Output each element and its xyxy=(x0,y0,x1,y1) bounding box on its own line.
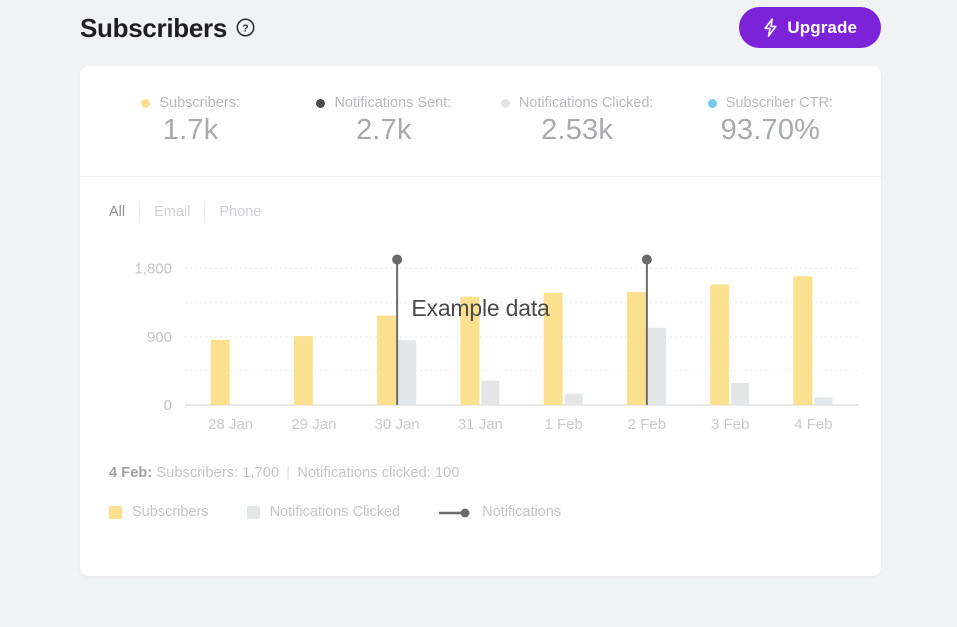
bar-subscribers[interactable] xyxy=(293,336,313,405)
stat-label: Subscribers: xyxy=(159,95,240,112)
title-group: Subscribers ? xyxy=(80,15,255,41)
stat-label: Notifications Sent: xyxy=(334,95,452,112)
x-axis-tick-label: 3 Feb xyxy=(711,416,749,433)
bar-notifications-clicked[interactable] xyxy=(481,380,500,405)
chart-legend: Subscribers Notifications Clicked Notifi… xyxy=(109,504,881,520)
bar-notifications-clicked[interactable] xyxy=(814,397,833,405)
stat-notifications-clicked: Notifications Clicked: 2.53k xyxy=(481,66,674,176)
legend-dot-icon xyxy=(500,98,510,108)
upgrade-button-label: Upgrade xyxy=(787,17,857,37)
x-axis-tick-label: 31 Jan xyxy=(458,416,503,433)
bar-subscribers[interactable] xyxy=(793,276,813,405)
stat-value: 93.70% xyxy=(720,114,821,147)
caption-separator: | xyxy=(286,465,291,481)
channel-tabs: All Email Phone xyxy=(80,177,881,225)
page-header: Subscribers ? Upgrade xyxy=(80,5,881,50)
stat-header: Subscribers: xyxy=(141,95,240,111)
lightning-bolt-icon xyxy=(763,18,778,37)
notification-stem-dot[interactable] xyxy=(641,254,652,265)
y-axis-tick-label: 900 xyxy=(147,329,172,346)
notification-stem-dot[interactable] xyxy=(392,254,403,265)
svg-text:?: ? xyxy=(242,23,248,35)
tab-phone[interactable]: Phone xyxy=(204,203,275,221)
legend-item-notifications-clicked[interactable]: Notifications Clicked xyxy=(246,504,401,520)
legend-line-dot-icon xyxy=(438,506,472,518)
legend-item-subscribers[interactable]: Subscribers xyxy=(109,504,209,520)
stat-subscribers: Subscribers: 1.7k xyxy=(94,66,287,176)
tab-email[interactable]: Email xyxy=(139,203,204,221)
bar-subscribers[interactable] xyxy=(626,292,646,405)
stat-header: Notifications Sent: xyxy=(316,95,451,111)
upgrade-button[interactable]: Upgrade xyxy=(739,7,881,48)
legend-label: Subscribers xyxy=(132,504,209,520)
x-axis-tick-label: 4 Feb xyxy=(794,416,832,433)
legend-label: Notifications Clicked xyxy=(269,504,401,520)
chart-caption: 4 Feb: Subscribers: 1,700 | Notification… xyxy=(109,465,881,481)
subscribers-page: Subscribers ? Upgrade Subscribers: 1.7k … xyxy=(0,0,957,627)
tab-all[interactable]: All xyxy=(109,203,139,221)
bar-subscribers[interactable] xyxy=(460,296,480,405)
stat-value: 2.53k xyxy=(541,114,614,147)
legend-dot-icon xyxy=(141,98,151,108)
stat-value: 1.7k xyxy=(162,114,219,147)
question-mark-circle-icon[interactable]: ? xyxy=(236,18,255,37)
legend-swatch-icon xyxy=(246,505,260,519)
bar-notifications-clicked[interactable] xyxy=(647,327,666,405)
chart-canvas: 0 900 1,800 28 Jan 29 Jan 30 Jan 31 Jan 1 Feb 2 … xyxy=(134,254,859,433)
x-axis-tick-label: 28 Jan xyxy=(208,416,253,433)
page-title: Subscribers xyxy=(80,12,227,43)
bar-notifications-clicked[interactable] xyxy=(398,340,417,405)
stat-label: Subscriber CTR: xyxy=(725,95,833,112)
legend-dot-icon xyxy=(707,98,717,108)
stat-header: Subscriber CTR: xyxy=(707,95,833,112)
bar-subscribers[interactable] xyxy=(210,339,230,405)
legend-item-notifications[interactable]: Notifications xyxy=(438,504,561,520)
x-axis-tick-label: 29 Jan xyxy=(291,416,336,433)
stat-value: 2.7k xyxy=(356,114,412,147)
bar-notifications-clicked[interactable] xyxy=(731,383,750,405)
legend-swatch-icon xyxy=(109,505,122,519)
caption-subscribers: Subscribers: 1,700 xyxy=(156,465,280,481)
x-axis-tick-label: 2 Feb xyxy=(628,416,666,433)
legend-dot-icon xyxy=(316,98,326,108)
stat-subscriber-ctr: Subscriber CTR: 93.70% xyxy=(674,66,867,176)
stat-label: Notifications Clicked: xyxy=(518,95,654,112)
bar-subscribers[interactable] xyxy=(377,315,397,405)
bar-subscribers[interactable] xyxy=(543,292,563,405)
legend-label: Notifications xyxy=(482,504,562,520)
subscribers-chart[interactable]: 0 900 1,800 28 Jan 29 Jan 30 Jan 31 Jan 1 Feb 2 … xyxy=(80,243,881,443)
x-axis-tick-label: 30 Jan xyxy=(375,416,420,433)
y-axis-tick-label: 0 xyxy=(164,397,172,414)
caption-clicked: Notifications clicked: 100 xyxy=(297,465,460,481)
bar-notifications-clicked[interactable] xyxy=(564,393,583,405)
subscribers-card: Subscribers: 1.7k Notifications Sent: 2.… xyxy=(80,66,881,576)
stat-notifications-sent: Notifications Sent: 2.7k xyxy=(287,66,480,176)
caption-date: 4 Feb: xyxy=(109,465,153,481)
stats-row: Subscribers: 1.7k Notifications Sent: 2.… xyxy=(80,66,881,176)
x-axis-tick-label: 1 Feb xyxy=(544,416,582,433)
stat-header: Notifications Clicked: xyxy=(500,95,654,112)
bar-subscribers[interactable] xyxy=(710,284,730,405)
y-axis-tick-label: 1,800 xyxy=(134,261,172,278)
